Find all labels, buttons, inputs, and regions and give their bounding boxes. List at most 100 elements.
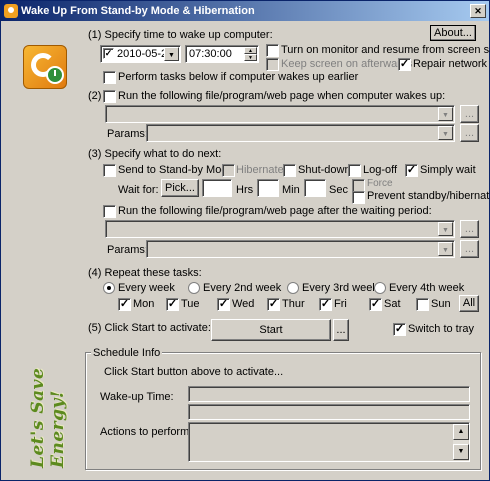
after-params-browse-button[interactable]: ... [460, 240, 479, 258]
logoff-checkbox[interactable] [348, 164, 361, 177]
day-wed-checkbox[interactable]: ✓ [217, 298, 230, 311]
hibernate-label: Hibernate [236, 164, 284, 176]
day-label: Thur [282, 298, 305, 310]
chevron-down-icon[interactable]: ▼ [438, 222, 453, 236]
section3-label: (3) Specify what to do next: [88, 148, 222, 160]
time-spin-buttons[interactable]: ▲ ▼ [244, 47, 257, 61]
app-window: Wake Up From Stand-by Mode & Hibernation… [0, 0, 490, 481]
run-on-wake-checkbox[interactable] [103, 90, 116, 103]
actions-scrollbar[interactable]: ▲ ▼ [452, 424, 469, 460]
day-sun-checkbox[interactable] [416, 298, 429, 311]
wakeup-time-label: Wake-up Time: [100, 391, 174, 403]
seconds-label: Sec [329, 184, 348, 196]
wait-for-label: Wait for: [118, 184, 159, 196]
run-after-checkbox[interactable] [103, 205, 116, 218]
run-after-label: Run the following file/program/web page … [118, 205, 432, 217]
day-sat-checkbox[interactable]: ✓ [369, 298, 382, 311]
repeat-option-label: Every week [118, 282, 175, 294]
window-title: Wake Up From Stand-by Mode & Hibernation [21, 5, 255, 17]
day-label: Wed [232, 298, 255, 310]
wake-params-label: Params: [107, 128, 148, 140]
minutes-input[interactable] [257, 179, 279, 197]
hibernate-checkbox[interactable] [222, 164, 235, 177]
actions-label: Actions to perform: [100, 426, 193, 438]
time-spinner[interactable]: 07:30:00 ▲ ▼ [185, 45, 259, 63]
chevron-down-icon[interactable]: ▼ [438, 242, 453, 256]
date-enable-checkbox[interactable]: ✓ [103, 48, 114, 59]
repair-network-checkbox[interactable]: ✓ [398, 58, 411, 71]
date-picker[interactable]: ✓ 2010-05-27 ▼ [100, 45, 181, 63]
section2-number: (2) [88, 90, 102, 102]
day-label: Tue [181, 298, 200, 310]
prevent-standby-label: Prevent standby/hibernat. [367, 190, 490, 202]
hours-input[interactable] [202, 179, 232, 197]
simply-wait-checkbox[interactable]: ✓ [405, 164, 418, 177]
wake-params-combo[interactable]: ▼ [146, 124, 455, 142]
time-value: 07:30:00 [189, 48, 232, 60]
turn-on-monitor-checkbox[interactable] [266, 44, 279, 57]
after-params-combo[interactable]: ▼ [146, 240, 455, 258]
app-icon [4, 4, 18, 18]
repeat-option-label: Every 2nd week [203, 282, 282, 294]
day-label: Sat [384, 298, 401, 310]
seconds-input[interactable] [304, 179, 326, 197]
chevron-down-icon[interactable]: ▼ [438, 107, 453, 121]
repeat-2nd-week-radio[interactable] [188, 282, 200, 294]
day-label: Sun [431, 298, 451, 310]
slogan-text: Let's Save Energy! [28, 367, 68, 468]
shutdown-label: Shut-down [298, 164, 351, 176]
repeat-option-label: Every 4th week [389, 282, 465, 294]
day-fri-checkbox[interactable]: ✓ [319, 298, 332, 311]
section4-label: (4) Repeat these tasks: [88, 267, 202, 279]
send-standby-checkbox[interactable] [103, 164, 116, 177]
day-tue-checkbox[interactable]: ✓ [166, 298, 179, 311]
prevent-standby-checkbox[interactable] [352, 191, 365, 204]
day-mon-checkbox[interactable]: ✓ [118, 298, 131, 311]
after-program-browse-button[interactable]: ... [460, 220, 479, 238]
repeat-4th-week-radio[interactable] [374, 282, 386, 294]
repeat-every-week-radio[interactable] [103, 282, 115, 294]
wake-program-combo[interactable]: ▼ [105, 105, 455, 123]
all-days-button[interactable]: All [459, 295, 479, 312]
wakeup-time-display [188, 386, 470, 402]
slogan-area: Let's Save Energy! [23, 311, 69, 471]
about-button[interactable]: About... [430, 25, 476, 41]
chevron-down-icon[interactable]: ▼ [164, 47, 179, 61]
pick-button[interactable]: Pick... [161, 179, 199, 197]
day-thur-checkbox[interactable]: ✓ [267, 298, 280, 311]
wakeup-time-display-2 [188, 404, 470, 420]
day-label: Mon [133, 298, 155, 310]
close-icon[interactable]: ✕ [470, 4, 486, 18]
keep-screen-label: Keep screen on afterwards [281, 58, 413, 70]
logoff-label: Log-off [363, 164, 398, 176]
after-program-combo[interactable]: ▼ [105, 220, 455, 238]
clock-icon [46, 66, 64, 84]
repeat-option-label: Every 3rd week [302, 282, 378, 294]
schedule-status: Click Start button above to activate... [104, 366, 284, 378]
day-label: Fri [334, 298, 347, 310]
turn-on-monitor-label: Turn on monitor and resume from screen s… [281, 44, 490, 56]
section1-label: (1) Specify time to wake up computer: [88, 29, 273, 41]
switch-tray-label: Switch to tray [408, 323, 475, 335]
minutes-label: Min [282, 184, 300, 196]
perform-tasks-label: Perform tasks below if computer wakes up… [118, 71, 359, 83]
scroll-down-icon[interactable]: ▼ [453, 444, 469, 460]
section5-label: (5) Click Start to activate: [88, 322, 211, 334]
after-params-label: Params: [107, 244, 148, 256]
repeat-3rd-week-radio[interactable] [287, 282, 299, 294]
chevron-down-icon[interactable]: ▼ [438, 126, 453, 140]
shutdown-checkbox[interactable] [283, 164, 296, 177]
switch-tray-checkbox[interactable]: ✓ [393, 323, 406, 336]
scroll-up-icon[interactable]: ▲ [453, 424, 469, 440]
title-bar[interactable]: Wake Up From Stand-by Mode & Hibernation… [1, 1, 489, 21]
wake-params-browse-button[interactable]: ... [460, 124, 479, 142]
hours-label: Hrs [236, 184, 254, 196]
perform-tasks-checkbox[interactable] [103, 71, 116, 84]
simply-wait-label: Simply wait [420, 164, 476, 176]
section2-label: Run the following file/program/web page … [118, 90, 446, 102]
schedule-info-title: Schedule Info [91, 346, 163, 360]
wake-program-browse-button[interactable]: ... [460, 105, 479, 123]
actions-display: ▲ ▼ [188, 422, 470, 462]
start-button[interactable]: Start [211, 319, 331, 341]
start-options-button[interactable]: ... [333, 319, 349, 341]
